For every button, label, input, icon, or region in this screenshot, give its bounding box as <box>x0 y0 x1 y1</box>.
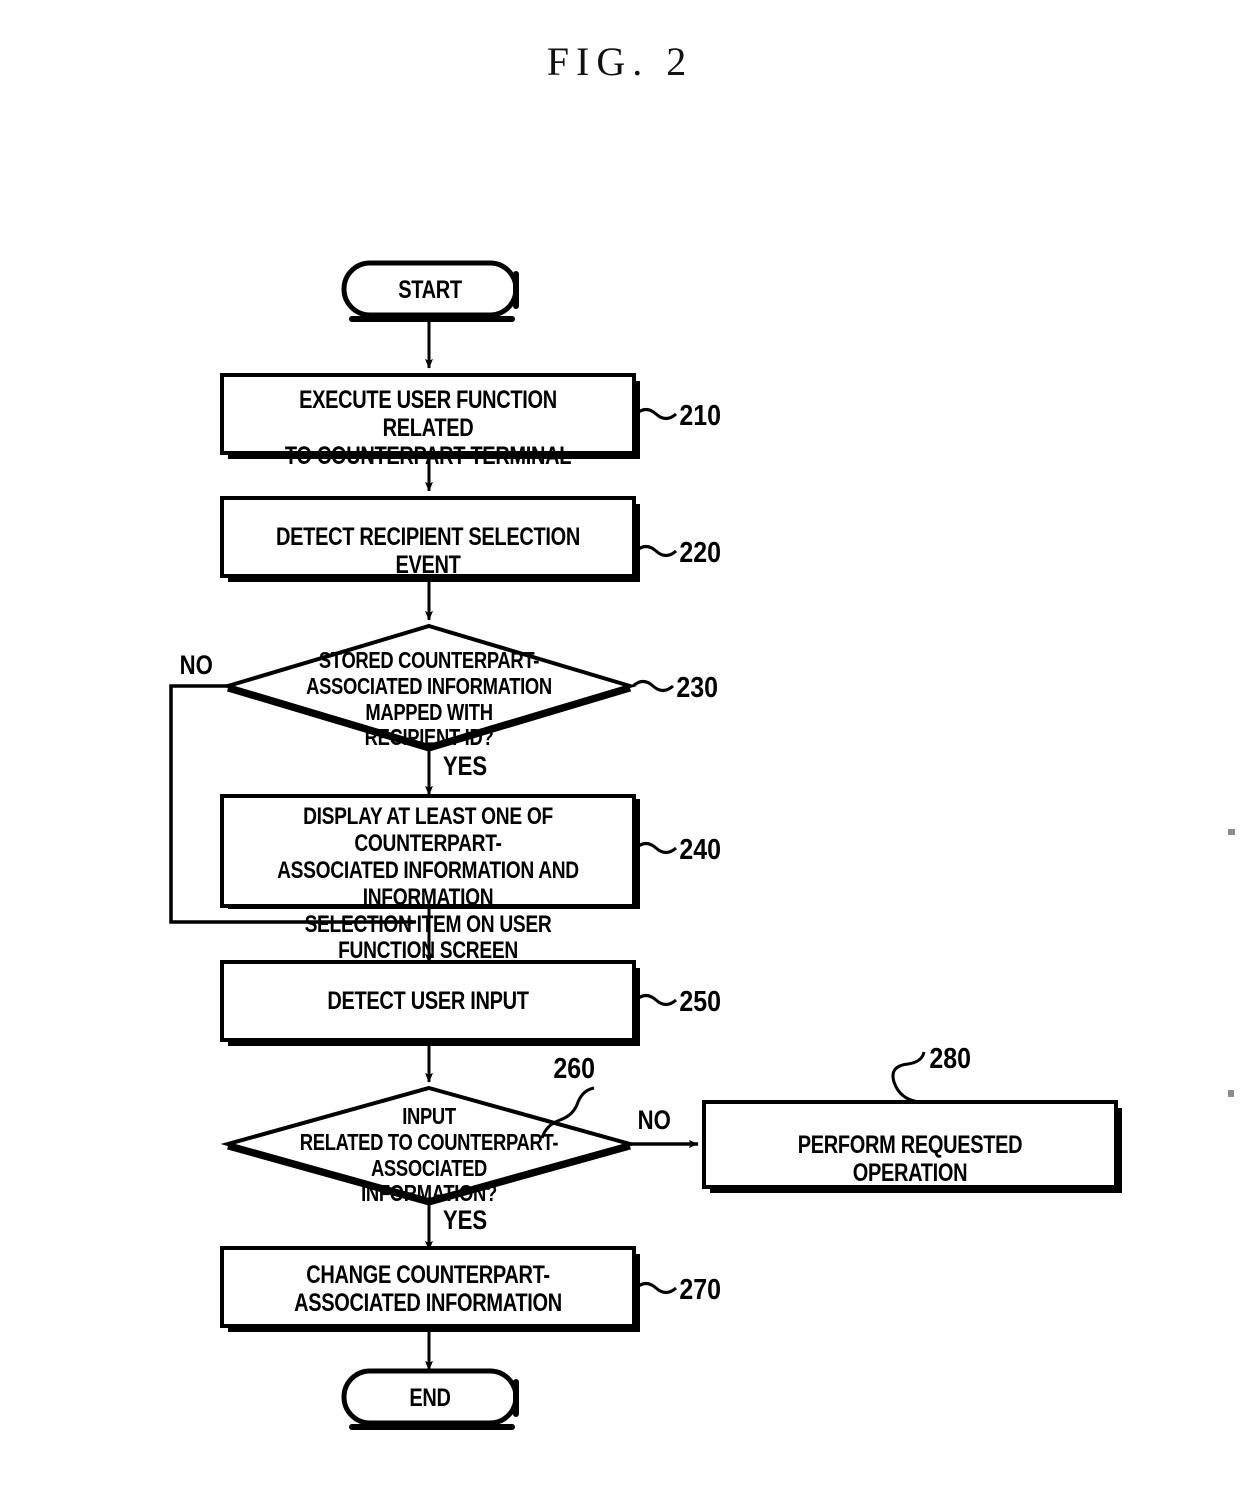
flowchart-canvas <box>169 260 1122 1430</box>
leader-210 <box>634 408 678 420</box>
branch-label-yes-230: YES <box>442 751 488 781</box>
node-240 <box>220 794 636 908</box>
branch-label-no-260: NO <box>637 1105 671 1135</box>
ref-num-210: 210 <box>679 400 722 432</box>
node-end <box>341 1368 519 1430</box>
node-280 <box>702 1100 1118 1189</box>
ref-num-260: 260 <box>553 1053 596 1085</box>
node-260 <box>220 1085 638 1206</box>
scan-artifact <box>1228 1090 1234 1097</box>
ref-num-280: 280 <box>929 1043 972 1075</box>
leader-220 <box>634 545 678 557</box>
node-250 <box>220 960 636 1042</box>
leader-280 <box>891 1051 926 1104</box>
ref-num-240: 240 <box>679 834 722 866</box>
branch-label-yes-260: YES <box>442 1205 488 1235</box>
leader-250 <box>634 994 678 1006</box>
node-230 <box>221 623 637 752</box>
node-start <box>341 260 519 322</box>
leader-230 <box>631 680 675 692</box>
branch-label-no-230: NO <box>179 650 213 680</box>
leader-270 <box>634 1282 678 1294</box>
node-210 <box>220 373 636 455</box>
leader-240 <box>634 842 678 854</box>
ref-num-230: 230 <box>676 672 719 704</box>
node-220 <box>220 496 636 578</box>
ref-num-220: 220 <box>679 537 722 569</box>
node-270 <box>220 1246 636 1328</box>
ref-num-250: 250 <box>679 986 722 1018</box>
scan-artifact <box>1228 829 1235 835</box>
ref-num-270: 270 <box>679 1274 722 1306</box>
